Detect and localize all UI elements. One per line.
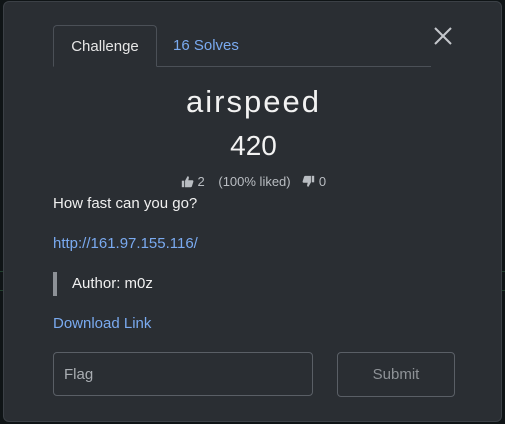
modal-tabs: Challenge 16 Solves xyxy=(53,25,431,67)
close-icon xyxy=(434,27,452,45)
challenge-url-link[interactable]: http://161.97.155.116/ xyxy=(53,235,198,252)
author-text: Author: m0z xyxy=(72,275,153,292)
challenge-title: airspeed xyxy=(186,84,321,119)
dislike-button[interactable]: 0 xyxy=(302,174,326,189)
close-button[interactable] xyxy=(429,22,457,50)
challenge-modal: Challenge 16 Solves airspeed 420 2 (100%… xyxy=(3,1,502,422)
submit-button[interactable]: Submit xyxy=(337,352,455,397)
thumbs-down-icon xyxy=(302,175,315,187)
thumbs-up-icon xyxy=(181,176,194,188)
challenge-description: How fast can you go? xyxy=(53,195,198,212)
tab-challenge[interactable]: Challenge xyxy=(53,25,157,67)
challenge-ratings: 2 (100% liked) 0 xyxy=(4,173,503,189)
flag-input[interactable] xyxy=(53,352,313,396)
tab-solves[interactable]: 16 Solves xyxy=(173,25,239,67)
like-button[interactable]: 2 xyxy=(181,174,205,189)
author-quote: Author: m0z xyxy=(53,272,153,296)
like-count: 2 xyxy=(197,174,205,190)
challenge-points: 420 xyxy=(230,130,277,161)
dislike-count: 0 xyxy=(318,174,327,190)
download-link[interactable]: Download Link xyxy=(53,315,151,332)
liked-percentage: (100% liked) xyxy=(218,174,291,190)
